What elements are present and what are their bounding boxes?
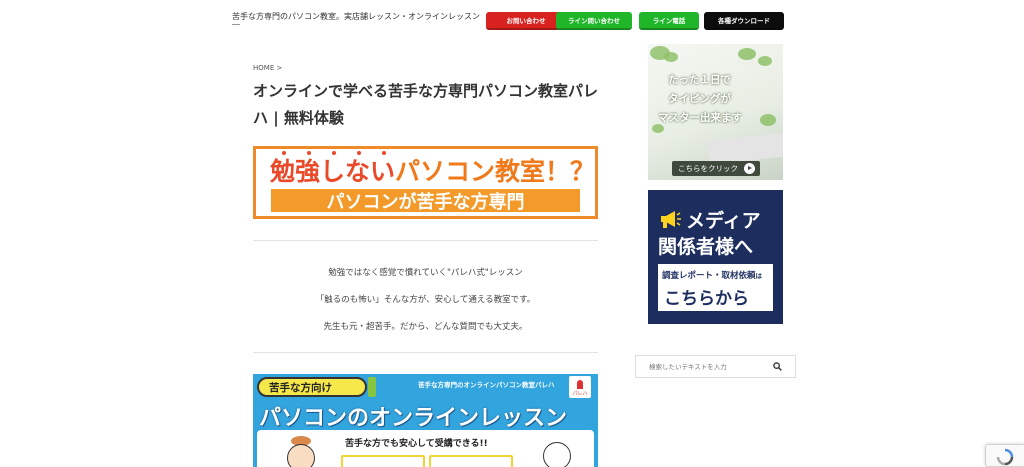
- typing-line-2: タイピングが: [668, 93, 731, 105]
- typing-line-1: たった１日で: [668, 74, 731, 86]
- feature-box: [429, 455, 513, 467]
- hero-headline-red: 勉強しない: [270, 157, 396, 186]
- site-description: 苦手な方専門のパソコン教室。実店舗レッスン・オンラインレッスン: [232, 12, 480, 21]
- leaf-decoration: [738, 48, 756, 60]
- search-icon[interactable]: [773, 362, 782, 371]
- media-line-2: 関係者様へ: [658, 236, 754, 258]
- hero-headline: 勉強しないパソコン教室！？: [270, 152, 595, 188]
- recaptcha-icon: [996, 448, 1014, 466]
- check-icon: [368, 377, 376, 397]
- typing-line-3: マスター出来ます: [658, 112, 742, 124]
- feature-box: [341, 455, 425, 467]
- divider: [232, 24, 240, 25]
- media-box-text: 調査レポート・取材依頼: [662, 271, 756, 281]
- recaptcha-badge[interactable]: [985, 444, 1024, 467]
- banner-caption: 苦手な方専門のオンラインパソコン教室パレハ: [418, 381, 555, 389]
- character-woman-illustration: [287, 444, 315, 467]
- typing-click-button[interactable]: こちらをクリック: [672, 161, 760, 176]
- line-call-button[interactable]: ライン電話: [639, 12, 699, 30]
- media-box-suffix: は: [755, 272, 763, 280]
- leaf-decoration: [664, 52, 678, 62]
- page-title: オンラインで学べる苦手な方専門パソコン教室パレハ | 無料体験: [253, 82, 599, 127]
- hero-headline-orange: パソコン教室！？: [395, 157, 596, 186]
- search-input[interactable]: [636, 356, 766, 377]
- online-lesson-banner[interactable]: 苦手な方向け 苦手な方専門のオンラインパソコン教室パレハ パレハ パソコンのオン…: [253, 374, 598, 467]
- character-mascot-illustration: [543, 442, 571, 467]
- megaphone-icon: [661, 211, 681, 228]
- intro-line-3: 先生も元・超苦手。だから、どんな質問でも大丈夫。: [323, 322, 528, 332]
- downloads-button[interactable]: 各種ダウンロード: [704, 12, 784, 30]
- line-contact-button[interactable]: ライン問い合わせ: [556, 12, 632, 30]
- pareha-logo: パレハ: [569, 376, 591, 398]
- media-box-line-2: こちらから: [664, 289, 749, 309]
- contact-button[interactable]: お問い合わせ: [486, 12, 566, 30]
- play-arrow-icon: [744, 163, 755, 174]
- banner-subtitle: 苦手な方でも安心して受講できる!!: [345, 439, 488, 449]
- intro-line-2: 「触るのも怖い」そんな方が、安心して通える教室です。: [315, 295, 536, 305]
- typing-banner[interactable]: たった１日で タイピングが マスター出来ます こちらをクリック: [648, 44, 783, 180]
- banner-title: パソコンのオンラインレッスン: [259, 406, 568, 431]
- hero-subheadline: パソコンが苦手な方専門: [271, 189, 580, 213]
- leaf-decoration: [652, 124, 664, 133]
- media-box-line-1: 調査レポート・取材依頼は: [662, 269, 762, 281]
- leaf-decoration: [758, 56, 772, 66]
- search-box: [635, 355, 796, 378]
- typing-click-label: こちらをクリック: [678, 164, 738, 173]
- media-box: 調査レポート・取材依頼は こちらから: [658, 264, 773, 311]
- divider: [253, 352, 598, 353]
- hero-banner: 勉強しないパソコン教室！？ パソコンが苦手な方専門: [253, 146, 598, 219]
- intro-line-1: 勉強ではなく感覚で慣れていく"パレハ式"レッスン: [328, 268, 523, 278]
- keyboard-photo: [706, 131, 783, 165]
- breadcrumb[interactable]: HOME >: [253, 64, 282, 72]
- media-banner[interactable]: メディア 関係者様へ 調査レポート・取材依頼は こちらから: [648, 190, 783, 324]
- divider: [253, 240, 598, 241]
- media-line-1: メディア: [686, 210, 761, 232]
- leaf-decoration: [760, 114, 776, 126]
- banner-tag: 苦手な方向け: [257, 377, 367, 397]
